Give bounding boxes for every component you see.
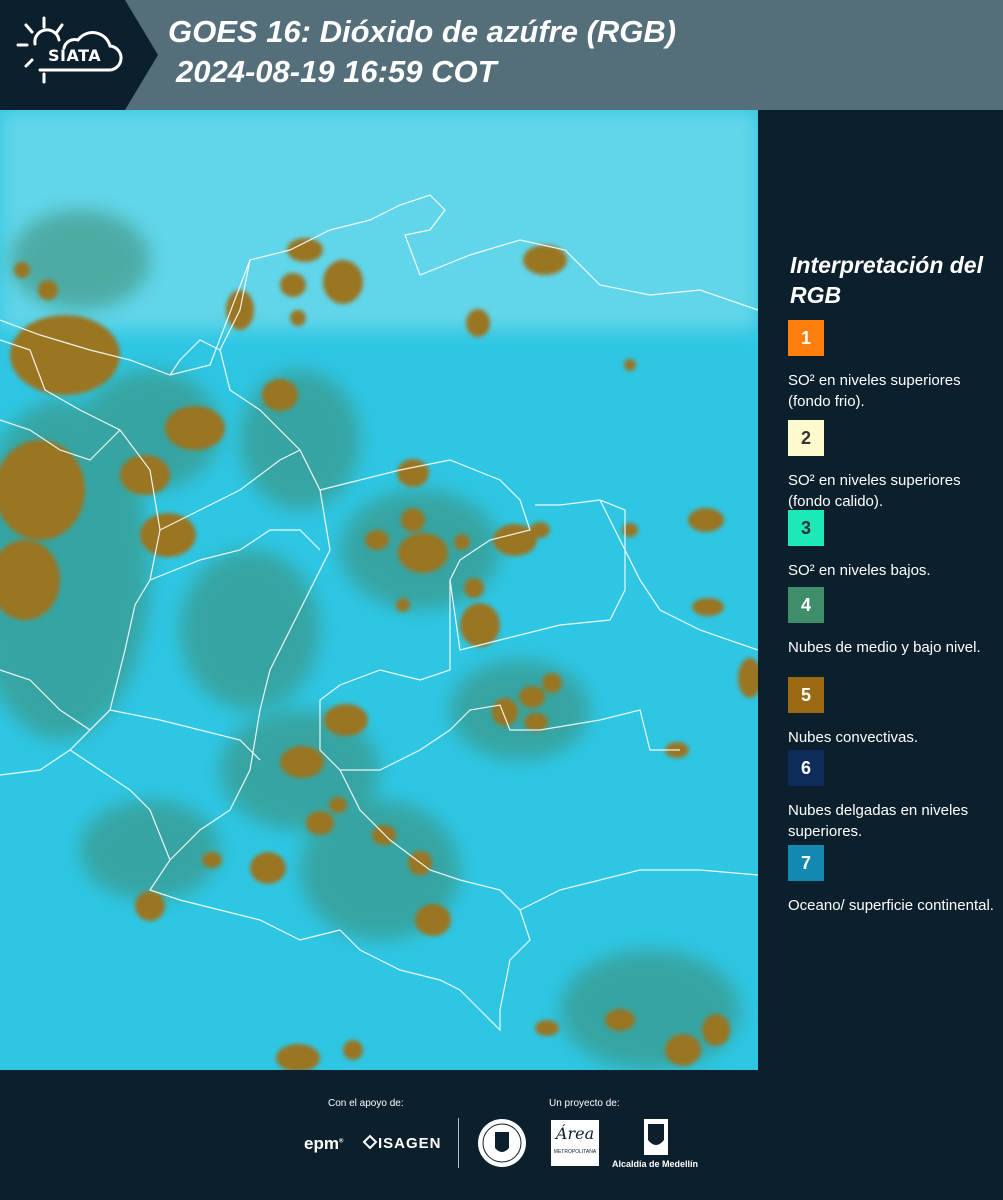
legend-swatch: 5	[788, 677, 824, 713]
siata-logo-text: SIATA	[48, 46, 102, 65]
legend-label: Nubes de medio y bajo nivel.	[788, 639, 981, 656]
alcaldia-logo-text: Alcaldía de Medellín	[612, 1159, 699, 1169]
isagen-logo: ISAGEN	[362, 1134, 442, 1152]
legend-label: SO² en niveles superiores (fondo frio).	[788, 372, 961, 410]
legend-label: SO² en niveles bajos.	[788, 562, 931, 579]
legend-label: Nubes convectivas.	[788, 729, 919, 746]
area-logo-text: Área	[555, 1124, 595, 1143]
legend-swatch: 2	[788, 420, 824, 456]
legend-item: 2 SO² en niveles superiores (fondo calido…	[788, 420, 998, 512]
epm-logo-text: epm	[304, 1134, 339, 1153]
legend-panel: Interpretación del RGB 1 SO² en niveles s…	[758, 110, 1003, 1070]
legend-label: Oceano/ superficie continental.	[788, 897, 994, 914]
legend-item: 5 Nubes convectivas.	[788, 677, 998, 748]
legend-title: Interpretación del RGB	[790, 252, 983, 308]
epm-logo: epm®	[304, 1134, 344, 1153]
legend-item: 7 Oceano/ superficie continental.	[788, 845, 998, 916]
legend-swatch: 4	[788, 587, 824, 623]
medellin-seal-icon	[477, 1118, 527, 1173]
alcaldia-shield-icon	[643, 1118, 669, 1161]
page-title: GOES 16: Dióxido de azúfre (RGB)	[168, 14, 677, 49]
footer-divider	[458, 1118, 459, 1168]
isagen-icon	[362, 1134, 378, 1150]
satellite-map	[0, 110, 762, 1072]
footer: Con el apoyo de: Un proyecto de: epm® IS…	[0, 1070, 1003, 1200]
legend-label: Nubes delgadas en niveles superiores.	[788, 802, 969, 840]
legend-item: 6 Nubes delgadas en niveles superiores.	[788, 750, 998, 842]
area-metropolitana-logo: Área METROPOLITANA	[551, 1120, 599, 1166]
legend-item: 3 SO² en niveles bajos.	[788, 510, 998, 581]
legend-swatch: 6	[788, 750, 824, 786]
legend-label: SO² en niveles superiores (fondo calido)…	[788, 472, 961, 510]
legend-item: 1 SO² en niveles superiores (fondo frio).	[788, 320, 998, 412]
legend-swatch: 1	[788, 320, 824, 356]
legend-swatch: 7	[788, 845, 824, 881]
project-label: Un proyecto de:	[549, 1098, 620, 1109]
legend-item: 4 Nubes de medio y bajo nivel.	[788, 587, 998, 658]
legend-swatch: 3	[788, 510, 824, 546]
header: SIATA GOES 16: Dióxido de azúfre (RGB) 2…	[0, 0, 1003, 110]
isagen-logo-text: ISAGEN	[378, 1135, 442, 1152]
support-label: Con el apoyo de:	[328, 1098, 404, 1109]
area-logo-subtext: METROPOLITANA	[553, 1149, 597, 1155]
siata-logo: SIATA	[0, 0, 160, 110]
page-timestamp: 2024-08-19 16:59 COT	[176, 54, 497, 89]
